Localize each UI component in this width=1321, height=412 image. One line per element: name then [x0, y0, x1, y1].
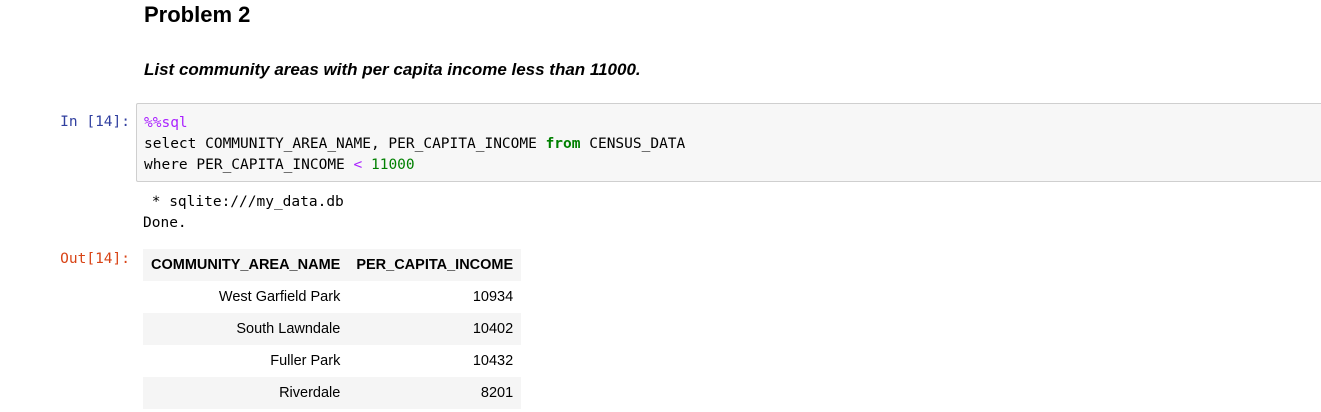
table-row: Riverdale 8201 — [143, 377, 522, 409]
cell-per-capita-income: 10934 — [472, 289, 514, 305]
code-cell-editor[interactable]: %%sql select COMMUNITY_AREA_NAME, PER_CA… — [136, 103, 1321, 182]
code-magic: %%sql — [144, 115, 188, 131]
code-number: 11000 — [370, 157, 415, 173]
code-table-name: CENSUS_DATA — [580, 136, 686, 152]
column-header: COMMUNITY_AREA_NAME — [143, 249, 349, 281]
code-text[interactable]: %%sql select COMMUNITY_AREA_NAME, PER_CA… — [144, 113, 685, 176]
table-row: South Lawndale 10402 — [143, 313, 522, 345]
cell-community-area: Fuller Park — [270, 353, 341, 369]
cell-per-capita-income: 10402 — [348, 313, 522, 345]
table-header-row: COMMUNITY_AREA_NAME PER_CAPITA_INCOME — [143, 249, 522, 281]
cell-per-capita-income: 8201 — [348, 377, 522, 409]
input-prompt: In [14]: — [60, 114, 130, 130]
cell-stdout: * sqlite:///my_data.db Done. — [143, 192, 344, 234]
stdout-connection: * sqlite:///my_data.db — [143, 194, 344, 210]
code-keyword-from: from — [545, 136, 581, 152]
code-line-select: select COMMUNITY_AREA_NAME, PER_CAPITA_I… — [144, 136, 546, 152]
cell-community-area: Riverdale — [143, 377, 349, 409]
cell-community-area: South Lawndale — [143, 313, 349, 345]
cell-community-area: West Garfield Park — [218, 289, 341, 305]
column-header: PER_CAPITA_INCOME — [348, 249, 522, 281]
result-table: COMMUNITY_AREA_NAME PER_CAPITA_INCOME We… — [143, 249, 522, 409]
output-prompt: Out[14]: — [60, 251, 130, 267]
code-line-where: where PER_CAPITA_INCOME — [144, 157, 354, 173]
table-row: Fuller Park 10432 — [143, 345, 521, 377]
section-heading: Problem 2 — [144, 2, 251, 27]
problem-question: List community areas with per capita inc… — [144, 60, 641, 79]
table-row: West Garfield Park 10934 — [143, 281, 521, 313]
code-operator: < — [353, 157, 363, 173]
stdout-done: Done. — [143, 215, 187, 231]
cell-per-capita-income: 10432 — [472, 353, 514, 369]
